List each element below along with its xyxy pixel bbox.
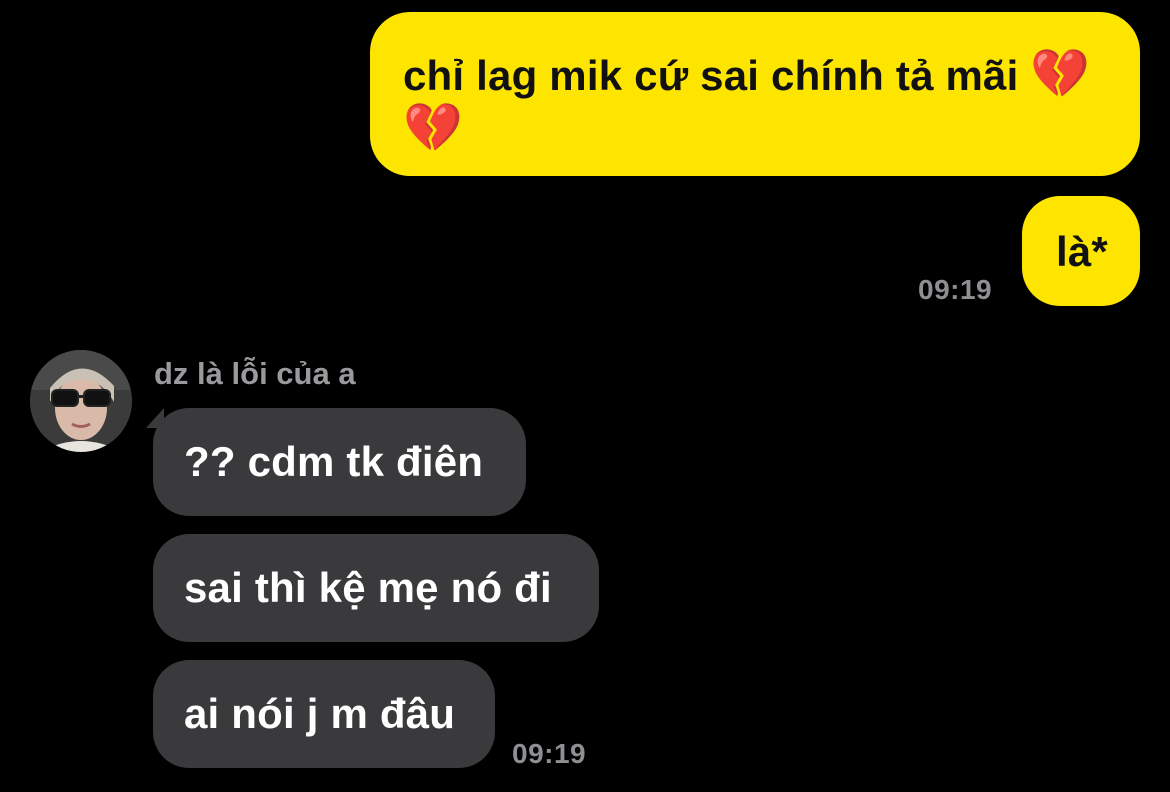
message-timestamp: 09:19 [512, 738, 587, 769]
incoming-message-bubble[interactable]: ?? cdm tk điên [153, 408, 526, 516]
message-text: ai nói j m đâu [184, 690, 456, 737]
message-text: ?? cdm tk điên [184, 438, 484, 485]
incoming-message-bubble[interactable]: ai nói j m đâu [153, 660, 495, 768]
message-text: chỉ lag mik cứ sai chính tả mãi 💔 💔 [403, 46, 1091, 156]
message-text: là* [1056, 228, 1108, 275]
sender-name: dz là lỗi của a [154, 356, 356, 391]
broken-heart-icon: 💔 [403, 100, 463, 156]
incoming-message-bubble[interactable]: sai thì kệ mẹ nó đi [153, 534, 599, 642]
user-avatar-photo [30, 350, 132, 452]
message-text: sai thì kệ mẹ nó đi [184, 564, 552, 611]
outgoing-message-bubble[interactable]: là* [1022, 196, 1140, 306]
avatar[interactable] [30, 350, 132, 452]
broken-heart-icon: 💔 [1030, 46, 1091, 102]
message-timestamp: 09:19 [918, 274, 993, 305]
outgoing-message-bubble[interactable]: chỉ lag mik cứ sai chính tả mãi 💔 💔 [370, 12, 1140, 176]
chat-conversation: chỉ lag mik cứ sai chính tả mãi 💔 💔 là* 0… [0, 0, 1170, 792]
